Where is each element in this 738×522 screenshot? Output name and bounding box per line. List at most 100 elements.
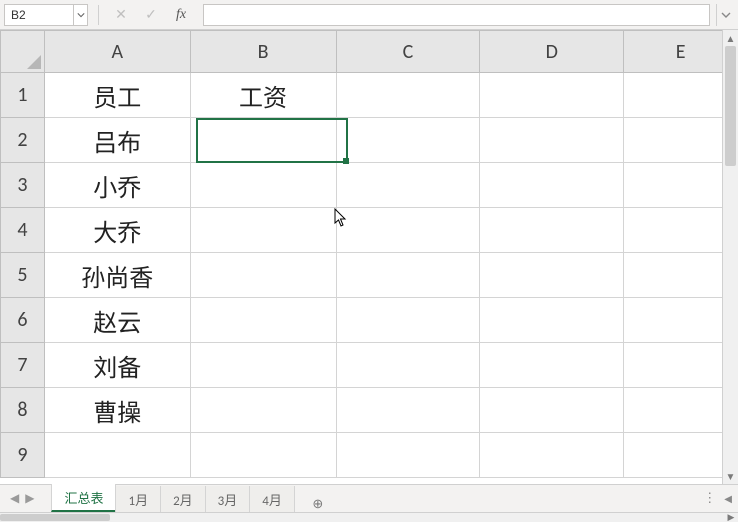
col-header-A[interactable]: A	[44, 31, 190, 73]
cell-B8[interactable]	[190, 388, 336, 433]
table-row: 8 曹操	[1, 388, 738, 433]
cell-D9[interactable]	[480, 433, 624, 478]
cell-B7[interactable]	[190, 343, 336, 388]
cell-E9[interactable]	[624, 433, 738, 478]
table-row: 9	[1, 433, 738, 478]
row-header-9[interactable]: 9	[1, 433, 45, 478]
sheet-tab-apr[interactable]: 4月	[249, 486, 295, 512]
cell-A3[interactable]: 小乔	[44, 163, 190, 208]
row-header-1[interactable]: 1	[1, 73, 45, 118]
cancel-button[interactable]: ✕	[109, 4, 133, 26]
vscroll-thumb[interactable]	[725, 46, 736, 166]
chevron-down-icon	[77, 11, 85, 19]
col-header-D[interactable]: D	[480, 31, 624, 73]
cell-D6[interactable]	[480, 298, 624, 343]
name-box-dropdown[interactable]	[74, 4, 88, 26]
col-header-E[interactable]: E	[624, 31, 738, 73]
cell-B4[interactable]	[190, 208, 336, 253]
cell-D3[interactable]	[480, 163, 624, 208]
tab-label: 4月	[262, 494, 282, 509]
tab-label: 3月	[218, 494, 238, 509]
enter-button[interactable]: ✓	[139, 4, 163, 26]
cell-C3[interactable]	[336, 163, 480, 208]
vertical-scrollbar[interactable]: ▲ ▼	[722, 30, 738, 484]
hscroll-right-arrow-icon[interactable]: ▶	[724, 512, 738, 522]
tab-label: 汇总表	[64, 492, 103, 507]
cell-E6[interactable]	[624, 298, 738, 343]
tab-prev-icon[interactable]: ◀	[8, 491, 21, 506]
cell-D7[interactable]	[480, 343, 624, 388]
tab-label: 1月	[128, 494, 148, 509]
table-row: 5 孙尚香	[1, 253, 738, 298]
fx-icon: fx	[176, 7, 186, 23]
col-header-B[interactable]: B	[190, 31, 336, 73]
cell-B1[interactable]: 工资	[190, 73, 336, 118]
cell-D4[interactable]	[480, 208, 624, 253]
cell-D5[interactable]	[480, 253, 624, 298]
cell-A4[interactable]: 大乔	[44, 208, 190, 253]
cell-B2[interactable]	[190, 118, 336, 163]
cell-D1[interactable]	[480, 73, 624, 118]
hscroll-left-arrow-icon[interactable]: ◀	[724, 492, 732, 505]
cell-D2[interactable]	[480, 118, 624, 163]
cell-C9[interactable]	[336, 433, 480, 478]
cell-A8[interactable]: 曹操	[44, 388, 190, 433]
cell-A1[interactable]: 员工	[44, 73, 190, 118]
row-header-2[interactable]: 2	[1, 118, 45, 163]
cell-A2[interactable]: 吕布	[44, 118, 190, 163]
cell-E4[interactable]	[624, 208, 738, 253]
x-icon: ✕	[115, 6, 127, 23]
cell-C2[interactable]	[336, 118, 480, 163]
tab-split-handle-icon[interactable]: ⋮	[703, 491, 718, 506]
formula-expand-button[interactable]	[716, 4, 734, 26]
vscroll-track[interactable]	[723, 46, 738, 468]
scroll-up-arrow-icon[interactable]: ▲	[723, 30, 738, 46]
row-header-7[interactable]: 7	[1, 343, 45, 388]
horizontal-scrollbar[interactable]: ▶	[0, 512, 738, 522]
sheet-tab-feb[interactable]: 2月	[160, 486, 206, 512]
hscroll-track[interactable]	[0, 513, 724, 522]
table-row: 6 赵云	[1, 298, 738, 343]
cell-B6[interactable]	[190, 298, 336, 343]
cell-B9[interactable]	[190, 433, 336, 478]
sheet-tab-summary[interactable]: 汇总表	[51, 484, 116, 512]
add-sheet-button[interactable]: ⊕	[305, 497, 331, 512]
cell-B3[interactable]	[190, 163, 336, 208]
cell-C6[interactable]	[336, 298, 480, 343]
row-header-3[interactable]: 3	[1, 163, 45, 208]
cell-E8[interactable]	[624, 388, 738, 433]
scroll-down-arrow-icon[interactable]: ▼	[723, 468, 738, 484]
cell-C1[interactable]	[336, 73, 480, 118]
sheet-tab-jan[interactable]: 1月	[115, 486, 161, 512]
insert-function-button[interactable]: fx	[169, 4, 193, 26]
hscroll-thumb[interactable]	[0, 514, 110, 521]
row-header-5[interactable]: 5	[1, 253, 45, 298]
tab-next-icon[interactable]: ▶	[23, 491, 36, 506]
cell-E1[interactable]	[624, 73, 738, 118]
col-header-C[interactable]: C	[336, 31, 480, 73]
cell-E3[interactable]	[624, 163, 738, 208]
cell-C7[interactable]	[336, 343, 480, 388]
row-header-4[interactable]: 4	[1, 208, 45, 253]
cell-E7[interactable]	[624, 343, 738, 388]
cell-C8[interactable]	[336, 388, 480, 433]
row-header-8[interactable]: 8	[1, 388, 45, 433]
select-all-corner[interactable]	[1, 31, 45, 73]
tab-nav-buttons[interactable]: ◀ ▶	[0, 485, 44, 512]
cell-A6[interactable]: 赵云	[44, 298, 190, 343]
cell-E2[interactable]	[624, 118, 738, 163]
sheet-tab-mar[interactable]: 3月	[205, 486, 251, 512]
formula-input[interactable]	[203, 4, 710, 26]
row-header-6[interactable]: 6	[1, 298, 45, 343]
cell-D8[interactable]	[480, 388, 624, 433]
cell-C5[interactable]	[336, 253, 480, 298]
cell-A9[interactable]	[44, 433, 190, 478]
cell-A7[interactable]: 刘备	[44, 343, 190, 388]
tabs-tail: ⋮ ◀	[697, 485, 738, 512]
spreadsheet-grid[interactable]: A B C D E 1 员工 工资 2 吕布	[0, 30, 738, 484]
cell-B5[interactable]	[190, 253, 336, 298]
name-box[interactable]	[4, 4, 74, 26]
cell-C4[interactable]	[336, 208, 480, 253]
cell-A5[interactable]: 孙尚香	[44, 253, 190, 298]
cell-E5[interactable]	[624, 253, 738, 298]
